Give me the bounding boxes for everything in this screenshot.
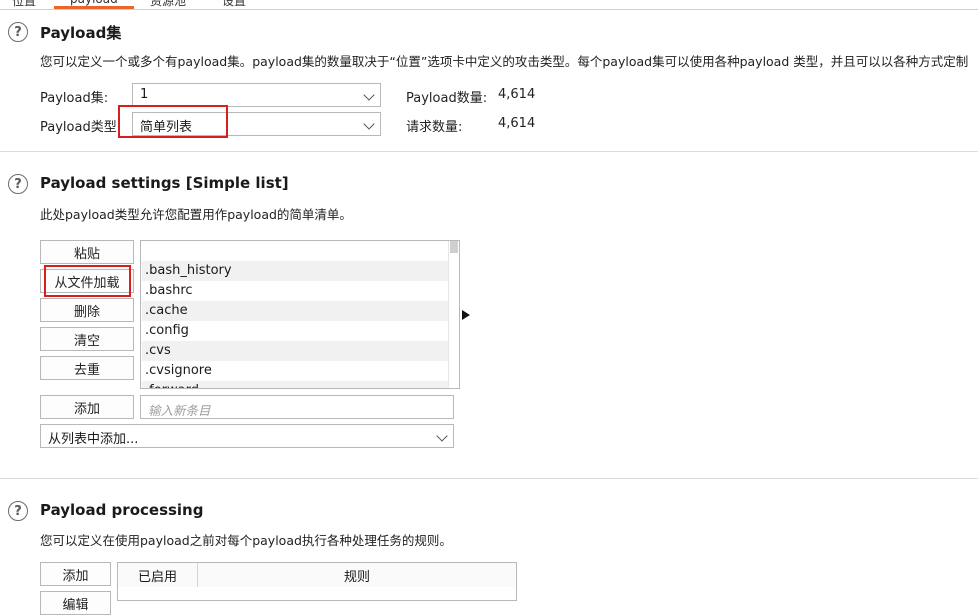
deduplicate-button[interactable]: 去重 [40,356,134,380]
processing-rules-table[interactable]: 已启用 规则 [117,562,517,601]
list-item[interactable]: .cvsignore [142,361,449,381]
payload-count-value: 4,614 [498,87,536,102]
list-scrollbar[interactable] [448,241,459,387]
section-divider [0,478,978,479]
highlight-box [118,105,228,138]
clear-button[interactable]: 清空 [40,327,134,351]
list-item[interactable]: .bashrc [142,281,449,301]
add-rule-button[interactable]: 添加 [40,562,111,586]
list-item[interactable]: .cache [142,301,449,321]
payload-list[interactable]: .bash_history .bashrc .cache .config .cv… [140,240,460,389]
expand-arrow-icon[interactable] [462,310,470,320]
add-from-list-select[interactable]: 从列表中添加... [40,424,454,448]
section-divider [0,151,978,152]
scrollbar-thumb[interactable] [450,241,458,253]
list-item[interactable]: .forward [142,381,449,388]
column-header-rule[interactable]: 规则 [198,563,516,587]
chevron-down-icon [436,430,448,442]
payload-type-label: Payload类型: [40,120,122,135]
payload-sets-title: Payload集 [40,24,122,42]
column-header-enabled[interactable]: 已启用 [118,563,198,587]
payload-settings-title: Payload settings [Simple list] [40,174,289,192]
payload-settings-description: 此处payload类型允许您配置用作payload的简单清单。 [40,207,352,222]
payload-set-label: Payload集: [40,91,109,106]
new-item-placeholder: 输入新条目 [148,403,211,418]
payload-sets-description: 您可以定义一个或多个有payload集。payload集的数量取决于“位置”选项… [40,54,969,69]
tab-bar: 位置 payload 资源池 设置 [0,0,978,10]
add-item-button[interactable]: 添加 [40,395,134,419]
payload-set-select[interactable]: 1 [132,83,381,107]
help-icon[interactable]: ? [8,174,28,194]
chevron-down-icon [363,89,375,101]
list-item[interactable]: .bash_history [142,261,449,281]
list-item[interactable]: .cvs [142,341,449,361]
highlight-box [44,265,131,297]
payload-processing-title: Payload processing [40,501,204,519]
help-icon[interactable]: ? [8,501,28,521]
list-item[interactable]: .config [142,321,449,341]
new-item-input[interactable]: 输入新条目 [140,395,454,419]
request-count-value: 4,614 [498,116,536,131]
payload-count-label: Payload数量: [406,91,488,106]
active-tab-indicator [54,6,134,9]
paste-button[interactable]: 粘贴 [40,240,134,264]
help-icon[interactable]: ? [8,22,28,42]
tab-settings[interactable]: 设置 [222,0,246,9]
edit-rule-button[interactable]: 编辑 [40,591,111,615]
tab-resource-pool[interactable]: 资源池 [150,0,186,9]
payload-set-value: 1 [140,87,149,102]
remove-button[interactable]: 删除 [40,298,134,322]
payload-processing-description: 您可以定义在使用payload之前对每个payload执行各种处理任务的规则。 [40,533,452,548]
add-from-list-value: 从列表中添加... [48,432,139,447]
chevron-down-icon [363,118,375,130]
tab-positions[interactable]: 位置 [12,0,36,9]
request-count-label: 请求数量: [406,120,463,135]
